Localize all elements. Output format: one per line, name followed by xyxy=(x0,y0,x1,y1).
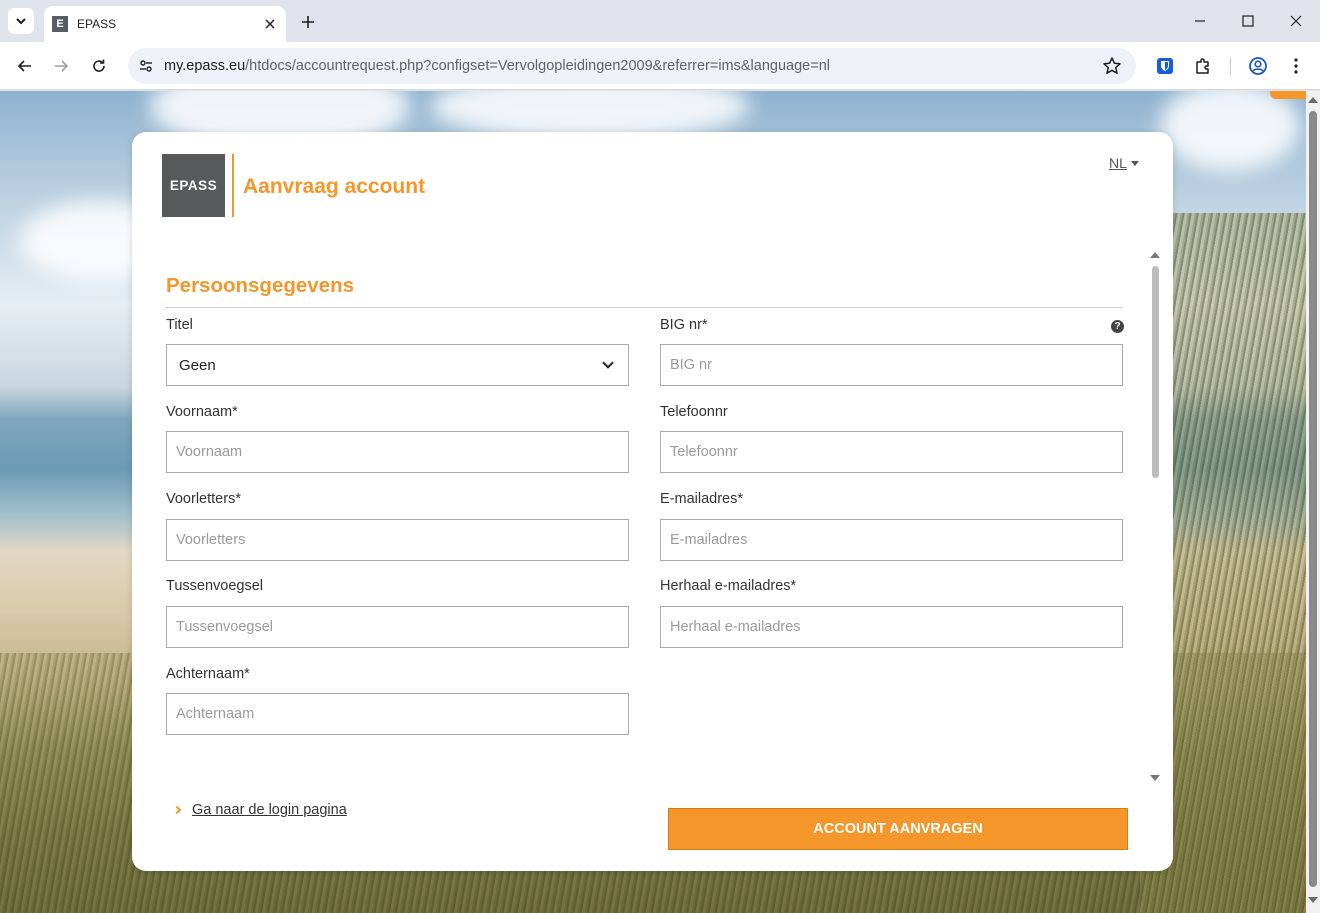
close-icon xyxy=(1290,15,1302,27)
tab-title: EPASS xyxy=(77,17,117,31)
voorletters-label: Voorletters* xyxy=(166,491,241,507)
titel-value: Geen xyxy=(179,356,216,374)
achternaam-input[interactable] xyxy=(166,693,629,735)
scroll-up-arrow[interactable] xyxy=(1308,97,1318,103)
chevron-right-icon xyxy=(172,805,182,815)
puzzle-icon xyxy=(1196,58,1209,74)
forward-button[interactable] xyxy=(47,52,75,80)
email-repeat-label: Herhaal e-mailadres* xyxy=(660,578,797,594)
email-input[interactable] xyxy=(660,519,1123,561)
page-title: Aanvraag account xyxy=(243,175,426,198)
form-scroll-down[interactable] xyxy=(1150,775,1160,781)
form-scroll-up[interactable] xyxy=(1150,252,1160,258)
window-close-button[interactable] xyxy=(1272,0,1320,42)
chevron-down-icon xyxy=(602,357,614,369)
browser-titlebar: E EPASS xyxy=(0,0,1320,42)
telefoon-input[interactable] xyxy=(660,431,1123,473)
page-scrollbar[interactable] xyxy=(1306,91,1320,913)
telefoon-label: Telefoonnr xyxy=(660,404,728,420)
bookmark-button[interactable] xyxy=(1102,56,1122,76)
url-text: my.epass.eu/htdocs/accountrequest.php?co… xyxy=(164,58,830,74)
titel-select[interactable]: Geen xyxy=(166,344,629,386)
browser-toolbar: my.epass.eu/htdocs/accountrequest.php?co… xyxy=(0,42,1320,90)
language-selector[interactable]: NL xyxy=(1109,155,1139,171)
titel-label: Titel xyxy=(166,317,193,333)
url-path: /htdocs/accountrequest.php?configset=Ver… xyxy=(245,58,830,74)
voornaam-label: Voornaam* xyxy=(166,404,238,420)
login-link[interactable]: Ga naar de login pagina xyxy=(172,802,347,818)
maximize-button[interactable] xyxy=(1224,0,1272,42)
voorletters-input[interactable] xyxy=(166,519,629,561)
login-link-text: Ga naar de login pagina xyxy=(192,802,347,818)
site-info-button[interactable] xyxy=(128,48,164,84)
profile-button[interactable] xyxy=(1244,52,1272,80)
arrow-right-icon xyxy=(55,60,69,72)
request-account-button[interactable]: ACCOUNT AANVRAGEN xyxy=(668,808,1128,850)
epass-favicon-icon: E xyxy=(52,16,68,32)
achternaam-label: Achternaam* xyxy=(166,666,250,682)
tab-close-button[interactable] xyxy=(258,12,282,36)
new-tab-button[interactable] xyxy=(294,8,322,36)
maximize-icon xyxy=(1242,15,1254,27)
email-label: E-mailadres* xyxy=(660,491,743,507)
feedback-tab[interactable] xyxy=(1270,91,1306,99)
extensions-button[interactable] xyxy=(1189,52,1217,80)
minimize-button[interactable] xyxy=(1176,0,1224,42)
arrow-left-icon xyxy=(17,60,31,72)
logo-divider xyxy=(232,154,234,217)
epass-logo: EPASS xyxy=(162,154,225,217)
language-label: NL xyxy=(1109,155,1127,171)
background-cloud xyxy=(1160,91,1300,171)
tab-search-button[interactable] xyxy=(8,8,34,34)
address-bar[interactable]: my.epass.eu/htdocs/accountrequest.php?co… xyxy=(128,48,1136,84)
section-divider xyxy=(166,307,1123,308)
reload-icon xyxy=(93,59,105,72)
toolbar-separator xyxy=(1230,58,1231,76)
close-icon xyxy=(265,19,275,29)
star-icon xyxy=(1103,57,1121,74)
email-repeat-input[interactable] xyxy=(660,606,1123,648)
reload-button[interactable] xyxy=(85,52,113,80)
tussenvoegsel-input[interactable] xyxy=(166,606,629,648)
account-circle-icon xyxy=(1249,57,1267,75)
scrollbar-thumb[interactable] xyxy=(1309,111,1317,887)
minimize-icon xyxy=(1195,20,1205,22)
big-input[interactable] xyxy=(660,344,1123,386)
scroll-down-arrow[interactable] xyxy=(1308,897,1318,903)
caret-down-icon xyxy=(1130,160,1139,166)
help-icon[interactable]: ? xyxy=(1111,320,1124,333)
plus-icon xyxy=(302,16,314,28)
menu-button[interactable] xyxy=(1282,52,1310,80)
kebab-menu-icon xyxy=(1294,58,1298,74)
account-request-card: EPASS Aanvraag account NL Persoonsgegeve… xyxy=(132,132,1173,871)
big-label: BIG nr* xyxy=(660,317,708,333)
browser-tab[interactable]: E EPASS xyxy=(44,6,286,42)
tune-icon xyxy=(140,60,152,72)
url-host: my.epass.eu xyxy=(164,58,246,74)
page-viewport: EPASS Aanvraag account NL Persoonsgegeve… xyxy=(0,91,1320,913)
bitwarden-extension-button[interactable] xyxy=(1151,52,1179,80)
back-button[interactable] xyxy=(11,52,39,80)
tussenvoegsel-label: Tussenvoegsel xyxy=(166,578,263,594)
chevron-down-icon xyxy=(16,18,26,25)
voornaam-input[interactable] xyxy=(166,431,629,473)
bitwarden-shield-icon xyxy=(1157,58,1173,74)
form-scroll-thumb[interactable] xyxy=(1152,266,1159,478)
section-title: Persoonsgegevens xyxy=(166,274,354,297)
